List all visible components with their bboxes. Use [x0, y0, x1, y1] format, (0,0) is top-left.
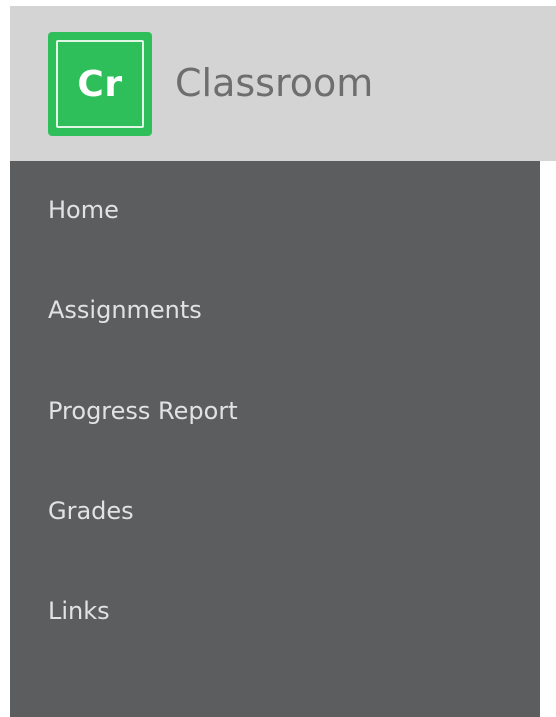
- sidebar-item-assignments[interactable]: Assignments: [10, 261, 540, 361]
- sidebar-item-progress-report[interactable]: Progress Report: [10, 362, 540, 462]
- sidebar-item-label: Grades: [48, 497, 134, 525]
- sidebar-item-label: Progress Report: [48, 397, 238, 425]
- sidebar-item-grades[interactable]: Grades: [10, 462, 540, 562]
- sidebar-item-label: Links: [48, 597, 110, 625]
- app-title: Classroom: [175, 61, 374, 105]
- logo-text: Cr: [56, 40, 144, 128]
- sidebar-item-links[interactable]: Links: [10, 562, 540, 662]
- sidebar-item-home[interactable]: Home: [10, 161, 540, 261]
- app-frame: Cr Classroom Home Assignments Progress R…: [10, 6, 556, 717]
- sidebar-nav: Home Assignments Progress Report Grades …: [10, 161, 540, 717]
- sidebar-item-label: Home: [48, 196, 119, 224]
- app-logo[interactable]: Cr: [48, 32, 152, 136]
- sidebar-item-label: Assignments: [48, 296, 202, 324]
- header: Cr Classroom: [10, 6, 556, 161]
